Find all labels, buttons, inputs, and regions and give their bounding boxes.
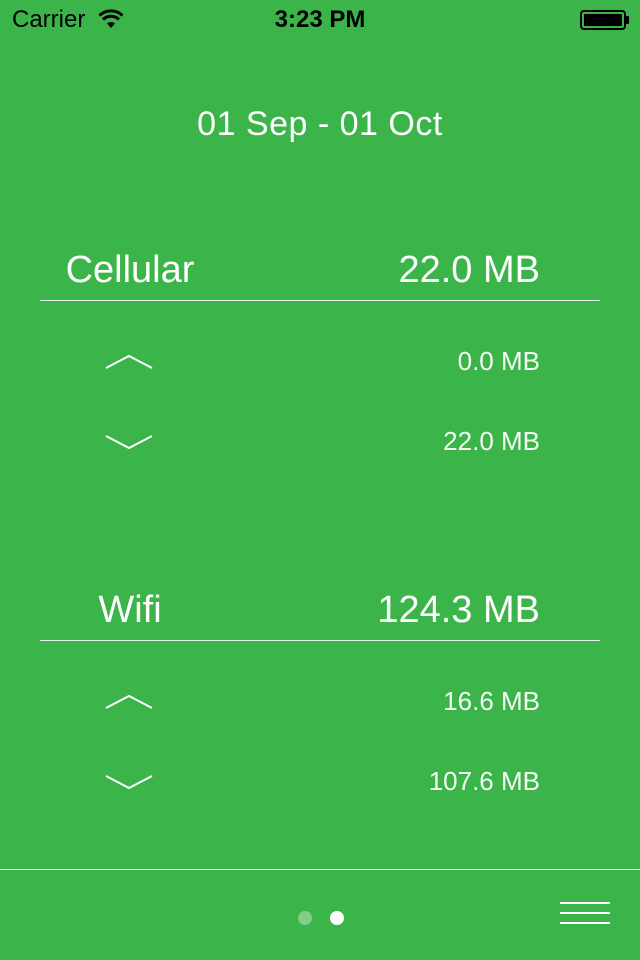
menu-icon-line-bottom (560, 922, 610, 924)
battery-icon (580, 10, 629, 30)
wifi-upload-row: 16.6 MB (40, 676, 600, 726)
page-dot-2-current[interactable] (330, 911, 344, 925)
wifi-label: Wifi (98, 589, 162, 631)
cellular-header: Cellular 22.0 MB (40, 240, 600, 301)
chevron-up-icon (105, 694, 153, 709)
page-control[interactable] (296, 911, 348, 927)
cellular-total: 22.0 MB (398, 249, 540, 291)
chevron-down-icon (105, 775, 153, 790)
cellular-download-row: 22.0 MB (40, 416, 600, 466)
wifi-header: Wifi 124.3 MB (40, 580, 600, 641)
wifi-download-value: 107.6 MB (428, 766, 540, 796)
status-bar: Carrier 3:23 PM (0, 0, 640, 40)
cellular-upload-value: 0.0 MB (457, 346, 540, 376)
menu-icon[interactable] (560, 900, 610, 928)
page-dot-1[interactable] (298, 911, 312, 925)
menu-icon-line-middle (560, 912, 610, 914)
chevron-up-icon (105, 354, 153, 369)
wifi-upload-value: 16.6 MB (443, 686, 540, 716)
bottom-divider (0, 869, 640, 870)
cellular-label: Cellular (65, 249, 195, 291)
status-time: 3:23 PM (274, 6, 366, 33)
cellular-upload-row: 0.0 MB (40, 336, 600, 386)
chevron-down-icon (105, 435, 153, 450)
wifi-total: 124.3 MB (377, 589, 540, 631)
wifi-download-row: 107.6 MB (40, 756, 600, 806)
cellular-download-value: 22.0 MB (443, 426, 540, 456)
menu-icon-line-top (560, 902, 610, 904)
date-range-label[interactable]: 01 Sep - 01 Oct (0, 104, 640, 144)
